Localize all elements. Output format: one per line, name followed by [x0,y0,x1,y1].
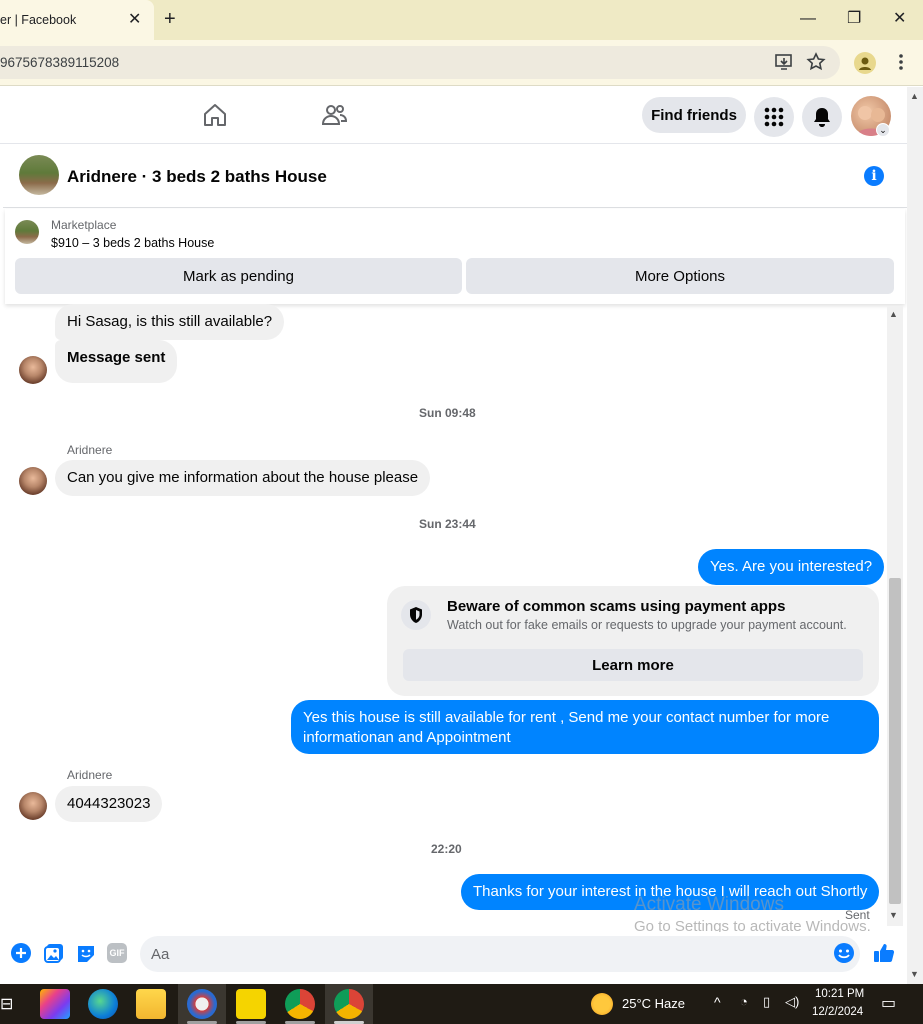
message-composer: GIF [0,932,907,977]
message-incoming[interactable]: Message sent [55,340,178,383]
sender-avatar[interactable] [19,356,47,384]
page-scroll-up-icon[interactable]: ▲ [910,91,919,101]
scam-warning-subtitle: Watch out for fake emails or requests to… [447,618,847,632]
sender-avatar[interactable] [19,792,47,820]
find-friends-button[interactable]: Find friends [642,97,746,133]
url-text: 9675678389115208 [0,55,120,70]
shield-icon [401,600,431,630]
new-tab-button[interactable]: + [164,8,176,30]
weather-sun-icon[interactable] [591,993,613,1015]
emoji-icon[interactable] [833,942,855,964]
listing-small-thumbnail [15,220,39,244]
window-minimize-button[interactable]: — [800,8,816,30]
task-view-icon[interactable]: ⊟ [0,994,13,1014]
volume-icon[interactable]: ◁) [785,994,799,1010]
message-incoming[interactable]: Can you give me information about the ho… [55,460,431,496]
install-app-icon[interactable] [773,51,795,73]
info-icon[interactable]: i [864,166,884,186]
message-timestamp: Sun 09:48 [419,406,476,420]
page-scroll-down-icon[interactable]: ▼ [910,969,919,979]
snipping-tool-icon[interactable] [187,989,217,1019]
mark-as-pending-button[interactable]: Mark as pending [15,258,462,294]
message-outgoing[interactable]: Yes this house is still available for re… [291,700,879,754]
message-line: Yes this house is still available for re… [303,709,830,726]
copilot-icon[interactable] [40,989,70,1019]
file-explorer-icon[interactable] [136,989,166,1019]
home-icon[interactable] [201,101,229,129]
browser-tab-bar: er | Facebook ✕ + — ❐ ✕ [0,0,923,40]
more-options-button[interactable]: More Options [466,258,894,294]
omnibox[interactable]: 9675678389115208 [0,46,840,79]
chat-scrollbar-thumb[interactable] [889,578,901,904]
bookmark-star-icon[interactable] [805,51,827,73]
scam-warning-card: Beware of common scams using payment app… [387,586,879,696]
message-timestamp: 22:20 [431,842,462,856]
listing-price-title[interactable]: $910 – 3 beds 2 baths House [51,236,214,250]
windows-taskbar: ⊟ 25°C Haze ^ ◔ ▯ ◁) 10:21 PM 12/2/2024 … [0,984,923,1024]
marketplace-listing-card: Marketplace $910 – 3 beds 2 baths House … [5,209,905,304]
conversation-title[interactable]: Aridnere · 3 beds 2 baths House [67,167,327,187]
activate-windows-watermark: Activate Windows [634,894,784,915]
gif-icon[interactable]: GIF [107,943,127,963]
browser-menu-icon[interactable] [890,51,912,73]
listing-thumbnail[interactable] [19,155,59,195]
sender-name: Aridnere [67,768,113,782]
sender-avatar[interactable] [19,467,47,495]
menu-grid-button[interactable] [754,97,794,137]
notification-center-icon[interactable]: ▭ [881,993,896,1013]
learn-more-button[interactable]: Learn more [403,649,863,681]
sent-status: Sent [845,908,870,922]
battery-icon[interactable]: ▯ [763,994,770,1010]
chevron-up-icon[interactable]: ^ [714,994,721,1010]
sticker-icon[interactable] [75,942,97,964]
account-chevron-down-icon[interactable]: ⌄ [876,123,890,137]
message-incoming[interactable]: Hi Sasag, is this still available? [55,304,285,340]
scam-warning-title: Beware of common scams using payment app… [447,598,786,615]
message-line: informationan and Appointment [303,729,511,746]
message-outgoing[interactable]: Yes. Are you interested? [698,549,885,585]
facebook-header: Find friends ⌄ [0,87,907,144]
edge-browser-icon[interactable] [88,989,118,1019]
tab-close-icon[interactable]: ✕ [128,10,141,30]
chrome-profile-icon[interactable] [285,989,315,1019]
message-input[interactable] [140,936,860,972]
window-close-button[interactable]: ✕ [893,8,906,30]
weather-text[interactable]: 25°C Haze [622,996,685,1011]
sticky-notes-icon[interactable] [236,989,266,1019]
conversation-header: Aridnere · 3 beds 2 baths House i [3,145,907,208]
chrome-icon[interactable] [334,989,364,1019]
scroll-down-icon[interactable]: ▼ [889,910,898,920]
message-timestamp: Sun 23:44 [419,517,476,531]
message-incoming[interactable]: 4044323023 [55,786,163,822]
page-scrollbar[interactable]: ▲ ▼ [907,87,923,984]
plus-circle-icon[interactable] [10,942,32,964]
window-restore-button[interactable]: ❐ [847,8,861,30]
scroll-up-icon[interactable]: ▲ [889,309,898,319]
listing-source-label: Marketplace [51,218,117,232]
friends-icon[interactable] [320,101,348,129]
tab-title: er | Facebook [0,13,77,27]
photo-gallery-icon[interactable] [43,942,65,964]
clock-time[interactable]: 10:21 PM [815,988,864,1000]
browser-profile-icon[interactable] [854,52,876,74]
notifications-button[interactable] [802,97,842,137]
bell-icon [814,108,830,127]
sender-name: Aridnere [67,443,113,457]
grid-icon [764,107,784,127]
thumbs-up-icon[interactable] [873,942,895,964]
browser-tab[interactable]: er | Facebook ✕ [0,0,154,40]
clock-date[interactable]: 12/2/2024 [812,1006,863,1018]
wifi-icon[interactable]: ◔ [740,994,748,1009]
